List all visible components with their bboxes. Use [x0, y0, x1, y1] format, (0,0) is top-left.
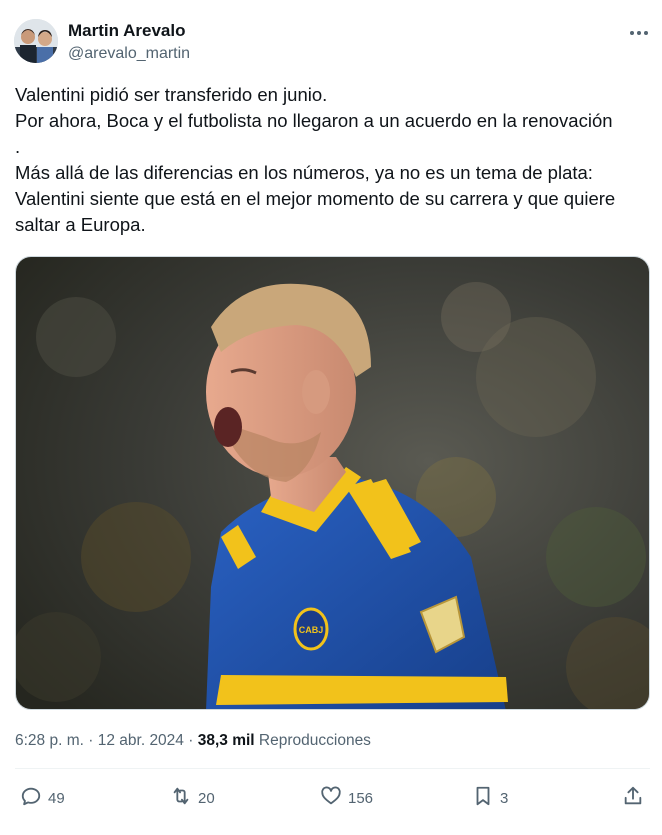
- tweet-date[interactable]: 12 abr. 2024: [98, 732, 184, 749]
- tweet-meta: 6:28 p. m. · 12 abr. 2024 · 38,3 mil Rep…: [15, 730, 371, 752]
- repost-icon: [170, 785, 192, 811]
- bookmark-icon: [472, 785, 494, 811]
- more-button[interactable]: [622, 20, 656, 44]
- reply-icon: [20, 785, 42, 811]
- tweet-line: Más allá de las diferencias en los númer…: [15, 162, 593, 183]
- share-icon: [622, 785, 644, 811]
- repost-count: 20: [198, 789, 215, 807]
- tweet-card: Martin Arevalo @arevalo_martin Valentini…: [0, 0, 662, 835]
- views-count: 38,3 mil: [197, 732, 255, 749]
- bookmark-button[interactable]: 3: [472, 784, 508, 812]
- bookmark-count: 3: [500, 789, 509, 807]
- svg-text:CABJ: CABJ: [299, 625, 324, 635]
- tweet-line: saltar a Europa.: [15, 214, 146, 235]
- author-handle[interactable]: @arevalo_martin: [68, 43, 190, 64]
- tweet-time[interactable]: 6:28 p. m.: [15, 732, 84, 749]
- like-icon: [320, 785, 342, 811]
- author-name[interactable]: Martin Arevalo: [68, 20, 185, 42]
- reply-button[interactable]: 49: [20, 784, 65, 812]
- like-button[interactable]: 156: [320, 784, 373, 812]
- avatar[interactable]: [14, 19, 58, 63]
- meta-separator: ·: [88, 732, 94, 749]
- like-count: 156: [348, 789, 374, 807]
- share-button[interactable]: [622, 784, 644, 812]
- tweet-line: Por ahora, Boca y el futbolista no llega…: [15, 110, 613, 131]
- tweet-line: .: [15, 136, 21, 157]
- tweet-line: Valentini siente que está en el mejor mo…: [15, 188, 616, 209]
- meta-separator: ·: [188, 732, 194, 749]
- reply-count: 49: [48, 789, 65, 807]
- repost-button[interactable]: 20: [170, 784, 215, 812]
- tweet-text: Valentini pidió ser transferido en junio…: [15, 82, 655, 238]
- tweet-photo[interactable]: CABJ: [15, 256, 650, 710]
- views-label: Reproducciones: [258, 732, 371, 749]
- more-icon: [629, 23, 649, 41]
- divider: [15, 768, 650, 769]
- tweet-line: Valentini pidió ser transferido en junio…: [15, 84, 328, 105]
